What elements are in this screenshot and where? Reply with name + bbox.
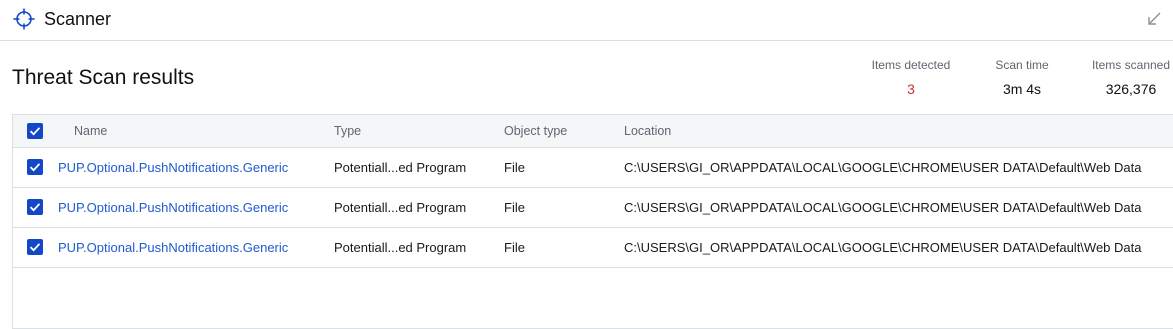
select-all-checkbox[interactable] [27,123,43,139]
stat-value: 3 [907,81,915,97]
threat-type: Potentiall...ed Program [334,200,467,215]
stat-scan-time: Scan time 3m 4s [985,58,1059,97]
stat-items-scanned: Items scanned 326,376 [1086,58,1173,97]
page-title: Threat Scan results [12,66,195,89]
table-header: Name Type Object type Location [13,115,1173,148]
column-header-type[interactable]: Type [334,124,361,138]
checkmark-icon [29,127,41,136]
stat-label: Scan time [995,58,1049,72]
checkmark-icon [29,203,41,212]
stat-value: 326,376 [1105,81,1157,97]
table-row[interactable]: PUP.Optional.PushNotifications.Generic P… [13,148,1173,188]
row-checkbox[interactable] [27,199,43,215]
stat-value: 3m 4s [1002,81,1042,97]
collapse-arrow-icon[interactable] [1145,10,1163,28]
crosshair-icon [12,7,36,31]
row-checkbox[interactable] [27,239,43,255]
threat-name-link[interactable]: PUP.Optional.PushNotifications.Generic [58,240,288,255]
title-bar: Scanner [0,0,1173,41]
table-row[interactable]: PUP.Optional.PushNotifications.Generic P… [13,188,1173,228]
results-table: Name Type Object type Location PUP.Optio… [12,114,1173,329]
column-header-name[interactable]: Name [74,124,107,138]
threat-location: C:\USERS\GI_OR\APPDATA\LOCAL\GOOGLE\CHRO… [624,160,1142,175]
threat-location: C:\USERS\GI_OR\APPDATA\LOCAL\GOOGLE\CHRO… [624,200,1142,215]
column-header-object-type[interactable]: Object type [504,124,567,138]
app-title: Scanner [44,9,112,29]
threat-type: Potentiall...ed Program [334,160,467,175]
threat-name-link[interactable]: PUP.Optional.PushNotifications.Generic [58,200,288,215]
checkmark-icon [29,243,41,252]
table-row[interactable]: PUP.Optional.PushNotifications.Generic P… [13,228,1173,268]
column-header-location[interactable]: Location [624,124,671,138]
row-checkbox[interactable] [27,159,43,175]
stat-label: Items scanned [1091,58,1171,72]
threat-name-link[interactable]: PUP.Optional.PushNotifications.Generic [58,160,288,175]
object-type: File [504,240,525,255]
stat-label: Items detected [871,58,951,72]
checkmark-icon [29,163,41,172]
object-type: File [504,200,525,215]
stat-items-detected: Items detected 3 [866,58,956,97]
threat-type: Potentiall...ed Program [334,240,467,255]
object-type: File [504,160,525,175]
threat-location: C:\USERS\GI_OR\APPDATA\LOCAL\GOOGLE\CHRO… [624,240,1142,255]
